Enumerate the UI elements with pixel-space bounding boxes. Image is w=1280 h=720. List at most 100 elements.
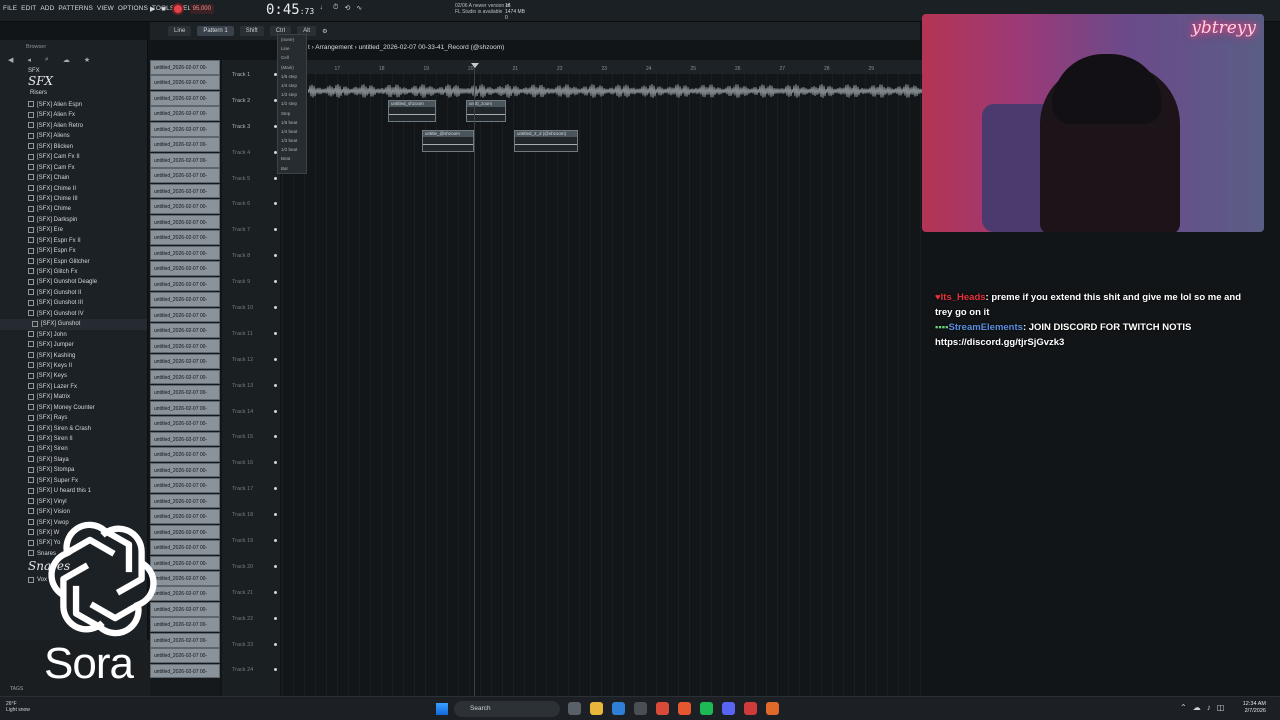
browser-file-item[interactable]: [SFX] Stompa bbox=[0, 465, 147, 475]
snap-option[interactable]: Bar bbox=[278, 164, 306, 173]
track-enable-led[interactable] bbox=[274, 513, 277, 517]
clip-source-item[interactable]: untitled_2026-02-07 00- bbox=[150, 90, 220, 106]
browser-file-item[interactable]: [SFX] Darkspin bbox=[0, 215, 147, 225]
track-header[interactable]: Track 3 bbox=[222, 112, 280, 138]
browser-file-item[interactable]: [SFX] Keys II bbox=[0, 361, 147, 371]
browser-file-item[interactable]: [SFX] Blicken bbox=[0, 142, 147, 152]
clip-source-item[interactable]: untitled_2026-02-07 00- bbox=[150, 663, 220, 679]
clip-source-item[interactable]: untitled_2026-02-07 00- bbox=[150, 555, 220, 571]
track-enable-led[interactable] bbox=[274, 642, 277, 646]
browser-file-item[interactable]: [SFX] Chime II bbox=[0, 184, 147, 194]
track-header[interactable]: Track 13 bbox=[222, 371, 280, 397]
record-button[interactable] bbox=[171, 3, 184, 15]
clip-source-item[interactable]: untitled_2026-02-07 00- bbox=[150, 416, 220, 431]
track-header[interactable]: Track 24 bbox=[222, 655, 280, 681]
discord-icon[interactable] bbox=[722, 702, 735, 715]
snap-option[interactable]: 1/4 step bbox=[278, 81, 306, 90]
snap-option[interactable]: Step bbox=[278, 109, 306, 118]
browser-file-item[interactable]: [SFX] Keys bbox=[0, 371, 147, 381]
browser-file-item[interactable]: [SFX] Cam Fx II bbox=[0, 152, 147, 162]
snap-option[interactable]: Cell bbox=[278, 53, 306, 62]
browser-file-item[interactable]: [SFX] Alien Retro bbox=[0, 121, 147, 131]
clip-source-item[interactable]: untitled_2026-02-07 00- bbox=[150, 540, 220, 555]
clip-source-item[interactable]: untitled_2026-02-07 00- bbox=[150, 276, 220, 292]
menu-view[interactable]: VIEW bbox=[97, 5, 114, 12]
clip-source-item[interactable]: untitled_2026-02-07 00- bbox=[150, 648, 220, 663]
clip-source-item[interactable]: untitled_2026-02-07 00- bbox=[150, 323, 220, 338]
browser-file-item[interactable]: [SFX] Espn Glitcher bbox=[0, 257, 147, 267]
stop-icon[interactable]: ■ bbox=[161, 6, 165, 13]
file-explorer-icon[interactable] bbox=[590, 702, 603, 715]
browser-file-item[interactable]: [SFX] Ere bbox=[0, 225, 147, 235]
browser-file-item[interactable]: [SFX] Siren II bbox=[0, 434, 147, 444]
track-header[interactable]: Track 5 bbox=[222, 164, 280, 190]
browser-file-item[interactable]: [SFX] Alien Espn bbox=[0, 100, 147, 110]
clip-source-item[interactable]: untitled_2026-02-07 00- bbox=[150, 354, 220, 369]
clip-source-item[interactable]: untitled_2026-02-07 00- bbox=[150, 106, 220, 122]
track-enable-led[interactable] bbox=[274, 306, 277, 310]
play-icon[interactable]: ▶ bbox=[150, 5, 155, 13]
clip-source-item[interactable]: untitled_2026-02-07 00- bbox=[150, 570, 220, 586]
browser-file-item[interactable]: [SFX] Gunshot Deagle bbox=[0, 277, 147, 287]
gear-icon[interactable]: ⚙ bbox=[322, 28, 327, 35]
track-header[interactable]: Track 22 bbox=[222, 604, 280, 630]
clip-source-item[interactable]: untitled_2026-02-07 00- bbox=[150, 75, 220, 91]
snap-option[interactable]: 1/2 beat bbox=[278, 145, 306, 154]
shift-button[interactable]: Shift bbox=[239, 26, 264, 36]
browser-file-item[interactable]: [SFX] Chime bbox=[0, 204, 147, 214]
playlist-clip[interactable]: untitled_shzoom bbox=[388, 100, 436, 122]
track-header[interactable]: Track 7 bbox=[222, 215, 280, 241]
menu-patterns[interactable]: PATTERNS bbox=[58, 5, 93, 12]
pattern-select[interactable]: Pattern 1 bbox=[197, 26, 234, 36]
track-enable-led[interactable] bbox=[274, 176, 277, 180]
snap-option[interactable]: (none) bbox=[278, 35, 306, 44]
track-header[interactable]: Track 10 bbox=[222, 293, 280, 319]
snap-option[interactable]: (Main) bbox=[278, 63, 306, 72]
clip-source-item[interactable]: untitled_2026-02-07 00- bbox=[150, 183, 220, 199]
track-header[interactable]: Track 18 bbox=[222, 500, 280, 526]
track-enable-led[interactable] bbox=[274, 280, 277, 284]
clip-source-item[interactable]: untitled_2026-02-07 00- bbox=[150, 509, 220, 524]
clip-source-item[interactable]: untitled_2026-02-07 00- bbox=[150, 617, 220, 633]
clip-source-item[interactable]: untitled_2026-02-07 00- bbox=[150, 214, 220, 230]
taskbar-search[interactable]: Search bbox=[454, 701, 560, 717]
browser-file-item[interactable]: [SFX] Chime III bbox=[0, 194, 147, 204]
track-header[interactable]: Track 12 bbox=[222, 345, 280, 371]
clip-source-item[interactable]: untitled_2026-02-07 00- bbox=[150, 447, 220, 462]
track-header[interactable]: Track 16 bbox=[222, 448, 280, 474]
track-enable-led[interactable] bbox=[274, 228, 277, 232]
track-enable-led[interactable] bbox=[274, 435, 277, 439]
track-header[interactable]: Track 19 bbox=[222, 526, 280, 552]
track-header[interactable]: Track 23 bbox=[222, 630, 280, 656]
clip-source-item[interactable]: untitled_2026-02-07 00- bbox=[150, 307, 220, 323]
playlist-clip[interactable]: untitl_zoom bbox=[466, 100, 506, 122]
clip-source-item[interactable]: untitled_2026-02-07 00- bbox=[150, 137, 220, 153]
browser-file-item[interactable]: [SFX] Espn Fx bbox=[0, 246, 147, 256]
menu-edit[interactable]: EDIT bbox=[21, 5, 36, 12]
clip-source-item[interactable]: untitled_2026-02-07 00- bbox=[150, 462, 220, 478]
browser-file-item[interactable]: [SFX] Siren & Crash bbox=[0, 424, 147, 434]
chrome-icon[interactable] bbox=[656, 702, 669, 715]
track-header[interactable]: Track 17 bbox=[222, 474, 280, 500]
playhead-marker[interactable] bbox=[471, 63, 479, 68]
playlist-clip[interactable]: untitle_@shzoom bbox=[422, 130, 474, 152]
fl-studio-icon[interactable] bbox=[766, 702, 779, 715]
clip-source-item[interactable]: untitled_2026-02-07 00- bbox=[150, 338, 220, 354]
spotify-icon[interactable] bbox=[700, 702, 713, 715]
browser-file-item[interactable]: [SFX] Rays bbox=[0, 413, 147, 423]
browser-file-item[interactable]: [SFX] Vision bbox=[0, 507, 147, 517]
taskbar-clock[interactable]: 12:34 AM 2/7/2026 bbox=[1243, 701, 1266, 715]
app-icon[interactable] bbox=[634, 702, 647, 715]
track-header[interactable]: Track 2 bbox=[222, 86, 280, 112]
weather-widget[interactable]: 26°F Light snow bbox=[6, 701, 30, 713]
clip-source-item[interactable]: untitled_2026-02-07 00- bbox=[150, 385, 220, 400]
snap-option[interactable]: 1/3 step bbox=[278, 90, 306, 99]
browser-file-item[interactable]: [SFX] Lazer Fx bbox=[0, 382, 147, 392]
clip-source-item[interactable]: untitled_2026-02-07 00- bbox=[150, 121, 220, 137]
clip-source-item[interactable]: untitled_2026-02-07 00- bbox=[150, 632, 220, 648]
clip-source-item[interactable]: untitled_2026-02-07 00- bbox=[150, 601, 220, 617]
track-enable-led[interactable] bbox=[274, 357, 277, 361]
browser-file-item[interactable]: [SFX] Alien Fx bbox=[0, 110, 147, 120]
track-enable-led[interactable] bbox=[274, 590, 277, 594]
snap-option[interactable]: Beat bbox=[278, 154, 306, 163]
